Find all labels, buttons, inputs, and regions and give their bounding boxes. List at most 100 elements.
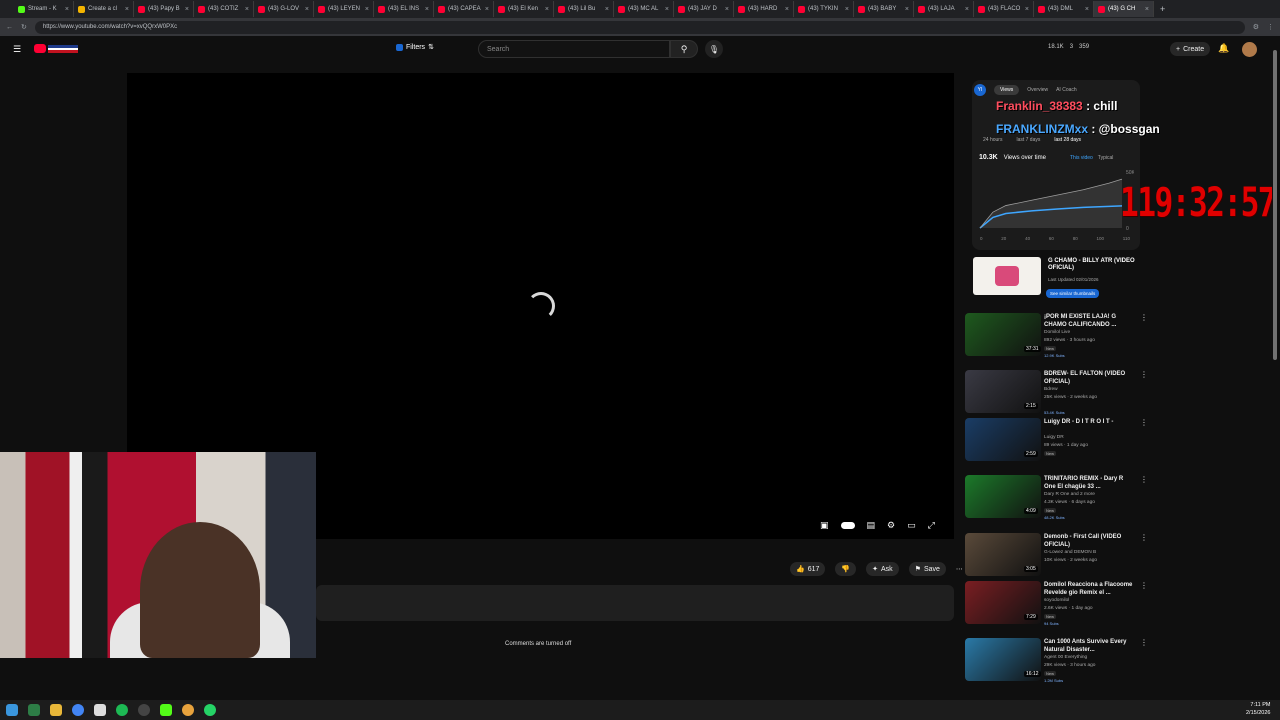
channel-name[interactable]: Dary R One and 2 more [1044, 492, 1095, 497]
youtube-logo[interactable] [34, 43, 78, 54]
autoplay-toggle[interactable] [840, 522, 855, 529]
voice-search-button[interactable]: 🎙 [705, 40, 723, 58]
browser-tab[interactable]: (43) El Ken × [494, 1, 554, 17]
channel-name[interactable]: Agent 00 Everything [1044, 655, 1087, 660]
extensions-icon[interactable]: ⚙ [1253, 23, 1259, 31]
recommendation-item[interactable]: 16:12 Can 1000 Ants Survive Every Natural… [965, 638, 1148, 684]
captions-icon[interactable]: ▤ [867, 520, 876, 531]
close-tab-icon[interactable]: × [665, 6, 669, 13]
browser-tab[interactable]: (43) TYKIN × [794, 1, 854, 17]
browser-tab[interactable]: (43) Papy B × [134, 1, 194, 17]
more-options-icon[interactable]: ⋮ [1140, 475, 1148, 484]
more-options-icon[interactable]: ⋮ [1140, 370, 1148, 379]
channel-name[interactable]: Luigy DR [1044, 435, 1064, 440]
range-28d[interactable]: last 28 days [1054, 137, 1081, 143]
obs-icon[interactable] [138, 704, 150, 716]
browser-tab[interactable]: (43) JAY D × [674, 1, 734, 17]
close-tab-icon[interactable]: × [125, 6, 129, 13]
description-box[interactable] [316, 585, 954, 621]
settings-gear-icon[interactable]: ⚙ [887, 520, 895, 531]
more-options-icon[interactable]: ⋮ [1140, 533, 1148, 542]
close-tab-icon[interactable]: × [485, 6, 489, 13]
more-options-icon[interactable]: ⋮ [1140, 418, 1148, 427]
channel-name[interactable]: Bdrew [1044, 387, 1058, 392]
range-24h[interactable]: 24 hours [983, 137, 1002, 143]
close-tab-icon[interactable]: × [365, 6, 369, 13]
browser-tab[interactable]: (43) EL INS × [374, 1, 434, 17]
browser-tab[interactable]: (43) HARD × [734, 1, 794, 17]
chrome-profile-icon[interactable] [182, 704, 194, 716]
video-title[interactable]: Domilol Reacciona a Flacoome Revelde gio… [1044, 581, 1136, 597]
video-title[interactable]: Can 1000 Ants Survive Every Natural Disa… [1044, 638, 1136, 654]
search-input[interactable]: Search [478, 40, 670, 58]
close-tab-icon[interactable]: × [1085, 6, 1089, 13]
recommendation-item[interactable]: 2:59 Luigy DR - D I T R O I T - Luigy DR 89… [965, 418, 1148, 464]
ask-button[interactable]: ✦ Ask [866, 562, 899, 576]
more-options-icon[interactable]: ⋮ [1140, 638, 1148, 647]
miniplayer-icon[interactable]: ▣ [820, 520, 829, 531]
windows-start-icon[interactable] [6, 704, 18, 716]
new-tab-icon[interactable]: + [1160, 4, 1165, 14]
close-tab-icon[interactable]: × [545, 6, 549, 13]
back-icon[interactable]: ← [6, 24, 13, 31]
close-tab-icon[interactable]: × [1025, 6, 1029, 13]
browser-tab[interactable]: (43) BABY × [854, 1, 914, 17]
browser-tab[interactable]: (43) LAJA × [914, 1, 974, 17]
recommendation-item[interactable]: 3:05 Demonb - First Call (VIDEO OFICIAL) G… [965, 533, 1148, 579]
browser-tab[interactable]: (43) FLACO × [974, 1, 1034, 17]
thumbnail-test-image[interactable] [973, 257, 1041, 295]
close-tab-icon[interactable]: × [965, 6, 969, 13]
browser-tab[interactable]: (43) CAPEA × [434, 1, 494, 17]
menu-icon[interactable]: ☰ [13, 44, 21, 55]
browser-tab[interactable]: Stream - K × [14, 1, 74, 17]
close-tab-icon[interactable]: × [1145, 6, 1149, 13]
close-tab-icon[interactable]: × [65, 6, 69, 13]
recommendation-item[interactable]: 4:09 TRINITARIO REMIX - Dary R One El cha… [965, 475, 1148, 521]
browser-menu-icon[interactable]: ⋮ [1267, 23, 1274, 31]
recommendation-item[interactable]: 7:29 Domilol Reacciona a Flacoome Revelde… [965, 581, 1148, 627]
terminal-icon[interactable] [28, 704, 40, 716]
more-options-icon[interactable]: ⋮ [1140, 313, 1148, 322]
whatsapp-icon[interactable] [204, 704, 216, 716]
browser-tab[interactable]: (43) COTIZ × [194, 1, 254, 17]
page-scrollbar[interactable] [1272, 40, 1278, 695]
browser-tab[interactable]: (43) G-LOV × [254, 1, 314, 17]
browser-tab[interactable]: (43) DML × [1034, 1, 1094, 17]
file-explorer-icon[interactable] [50, 704, 62, 716]
dislike-button[interactable]: 👎 [835, 562, 857, 576]
filters-button[interactable]: Filters ⇅ [396, 43, 434, 51]
avatar[interactable] [1242, 42, 1257, 57]
notepad-icon[interactable] [94, 704, 106, 716]
save-button[interactable]: ⚑ Save [908, 562, 946, 576]
channel-name[interactable]: soyodomilol [1044, 598, 1069, 603]
close-tab-icon[interactable]: × [305, 6, 309, 13]
browser-tab[interactable]: Create a cl × [74, 1, 134, 17]
video-title[interactable]: Luigy DR - D I T R O I T - [1044, 418, 1136, 426]
video-title[interactable]: ¡POR MI EXISTE LAJA! G CHAMO CALIFICANDO… [1044, 313, 1136, 329]
browser-tab[interactable]: (43) G CH × [1094, 1, 1154, 17]
theater-mode-icon[interactable]: ▭ [907, 520, 916, 531]
channel-name[interactable]: G-Lowez and DEMON B [1044, 550, 1096, 555]
chrome-icon[interactable] [72, 704, 84, 716]
close-tab-icon[interactable]: × [245, 6, 249, 13]
more-options-icon[interactable]: ⋮ [1140, 581, 1148, 590]
spotify-icon[interactable] [116, 704, 128, 716]
fullscreen-icon[interactable]: ⤢ [928, 520, 935, 531]
close-tab-icon[interactable]: × [605, 6, 609, 13]
see-similar-thumbnails-button[interactable]: See similar thumbnails [1046, 289, 1100, 298]
close-tab-icon[interactable]: × [905, 6, 909, 13]
close-tab-icon[interactable]: × [725, 6, 729, 13]
address-bar[interactable]: https://www.youtube.com/watch?v=xvQQrxW0… [34, 20, 1245, 34]
kick-icon[interactable] [160, 704, 172, 716]
search-button[interactable]: ⚲ [670, 40, 698, 58]
browser-tab[interactable]: (43) MC AL × [614, 1, 674, 17]
close-tab-icon[interactable]: × [845, 6, 849, 13]
recommendation-item[interactable]: 37:31 ¡POR MI EXISTE LAJA! G CHAMO CALIFI… [965, 313, 1148, 359]
views-metric-dropdown[interactable]: Views over time [1004, 155, 1046, 161]
notifications-bell-icon[interactable]: 🔔 [1218, 43, 1229, 54]
like-button[interactable]: 👍 617 [790, 562, 826, 576]
create-button[interactable]: + Create [1170, 42, 1211, 56]
browser-tab[interactable]: (43) Lil Bu × [554, 1, 614, 17]
video-title[interactable]: Demonb - First Call (VIDEO OFICIAL) [1044, 533, 1136, 549]
system-clock[interactable]: 7:11 PM 2/15/2026 [1246, 701, 1270, 717]
